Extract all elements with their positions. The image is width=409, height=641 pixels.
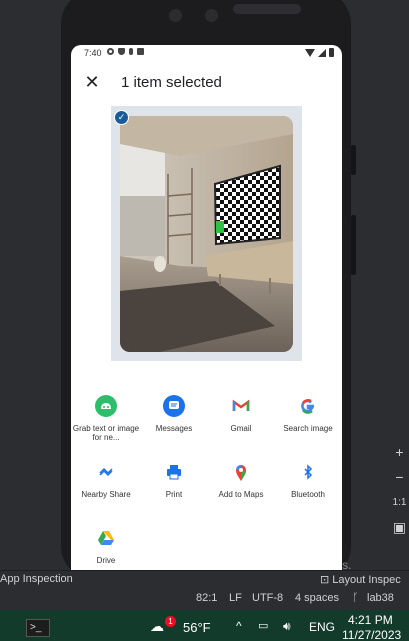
windows-taskbar: >_ ☁ 1 56°F ^ ▭ 🔊︎ ENG 4:21 PM 11/27/202… (0, 610, 409, 641)
google-icon (297, 395, 319, 417)
language-indicator[interactable]: ENG (309, 620, 335, 634)
drive-icon (95, 527, 117, 549)
weather-icon[interactable]: ☁ (150, 618, 164, 635)
maps-icon (230, 461, 252, 483)
ide-status-bar: 82:1 LF UTF-8 4 spaces ᚴ lab38 (0, 588, 409, 610)
share-target-nearby-share[interactable]: Nearby Share (72, 461, 140, 499)
app-inspection-tab[interactable]: App Inspection (0, 573, 73, 585)
volume-button[interactable] (351, 215, 356, 275)
fit-screen-button[interactable]: ▣ (390, 515, 409, 540)
share-target-label: Gmail (230, 424, 252, 433)
share-target-bluetooth[interactable]: Bluetooth (274, 461, 342, 499)
sensor-icon (205, 9, 218, 22)
file-encoding[interactable]: UTF-8 (252, 592, 283, 604)
zoom-out-button[interactable]: − (390, 465, 409, 490)
share-target-label: Search image (283, 424, 333, 433)
power-button[interactable] (351, 145, 356, 175)
share-target-grab-text[interactable]: Grab text or image for ne... (72, 395, 140, 442)
share-target-search-image[interactable]: Search image (274, 395, 342, 433)
selected-image[interactable] (120, 116, 293, 352)
indent-setting[interactable]: 4 spaces (295, 592, 339, 604)
nearby-share-icon (95, 461, 117, 483)
mic-icon (129, 48, 133, 55)
clock-date[interactable]: 11/27/2023 (342, 628, 401, 641)
share-target-label: Print (165, 490, 183, 499)
selected-check-icon[interactable]: ✓ (114, 110, 129, 125)
caret-position[interactable]: 82:1 (196, 592, 217, 604)
activate-windows-watermark: Activate Windows Go to Settings to activ… (162, 532, 351, 572)
android-icon (95, 395, 117, 417)
earpiece-speaker (233, 4, 301, 14)
sd-card-icon (137, 48, 144, 55)
share-target-label: Messages (155, 424, 193, 433)
watermark-title: Activate Windows (162, 532, 312, 553)
share-target-label: Bluetooth (291, 490, 325, 499)
line-ending[interactable]: LF (229, 592, 242, 604)
chevron-up-icon[interactable]: ^ (236, 619, 242, 633)
terminal-icon[interactable]: >_ (26, 619, 50, 637)
git-branch[interactable]: lab38 (367, 592, 394, 604)
gmail-icon (230, 395, 252, 417)
share-target-label: Drive (96, 556, 116, 565)
clock-time[interactable]: 4:21 PM (348, 613, 393, 627)
share-target-messages[interactable]: Messages (140, 395, 208, 433)
battery-icon (329, 48, 334, 57)
zoom-toolbar: + − 1:1 ▣ (390, 440, 409, 540)
share-target-label: Nearby Share (81, 490, 131, 499)
git-branch-icon: ᚴ (352, 592, 359, 604)
selected-image-frame[interactable]: ✓ (111, 106, 302, 361)
print-icon (163, 461, 185, 483)
share-target-gmail[interactable]: Gmail (207, 395, 275, 433)
weather-temperature[interactable]: 56°F (183, 620, 211, 635)
notification-badge: 1 (165, 616, 176, 627)
layout-inspector-icon: ⊡ (320, 574, 333, 586)
layout-inspector-tab[interactable]: ⊡ Layout Inspec (320, 573, 401, 586)
close-icon[interactable]: ✕ (81, 71, 103, 93)
phone-screen: 7:40 ✕ 1 item selected ✓ Grab text or im… (71, 45, 342, 570)
bluetooth-icon (297, 461, 319, 483)
ide-tool-window-bar: App Inspection ⊡ Layout Inspec (0, 570, 409, 588)
share-target-label: Add to Maps (218, 490, 264, 499)
actual-size-button[interactable]: 1:1 (390, 490, 409, 515)
wifi-icon (305, 49, 315, 57)
shield-icon (118, 48, 125, 55)
settings-icon (107, 48, 114, 55)
battery-icon[interactable]: ▭ (258, 619, 268, 632)
share-target-drive[interactable]: Drive (72, 527, 140, 565)
share-target-add-to-maps[interactable]: Add to Maps (207, 461, 275, 499)
status-bar: 7:40 (71, 45, 342, 63)
share-target-label: Grab text or image for ne... (72, 424, 140, 442)
volume-icon[interactable]: 🔊︎ (283, 619, 291, 634)
layout-inspector-label: Layout Inspec (332, 574, 401, 586)
signal-icon (318, 49, 326, 57)
zoom-in-button[interactable]: + (390, 440, 409, 465)
page-title: 1 item selected (121, 74, 222, 91)
status-time: 7:40 (84, 48, 102, 58)
share-target-print[interactable]: Print (140, 461, 208, 499)
messages-icon (163, 395, 185, 417)
front-camera-icon (169, 9, 182, 22)
